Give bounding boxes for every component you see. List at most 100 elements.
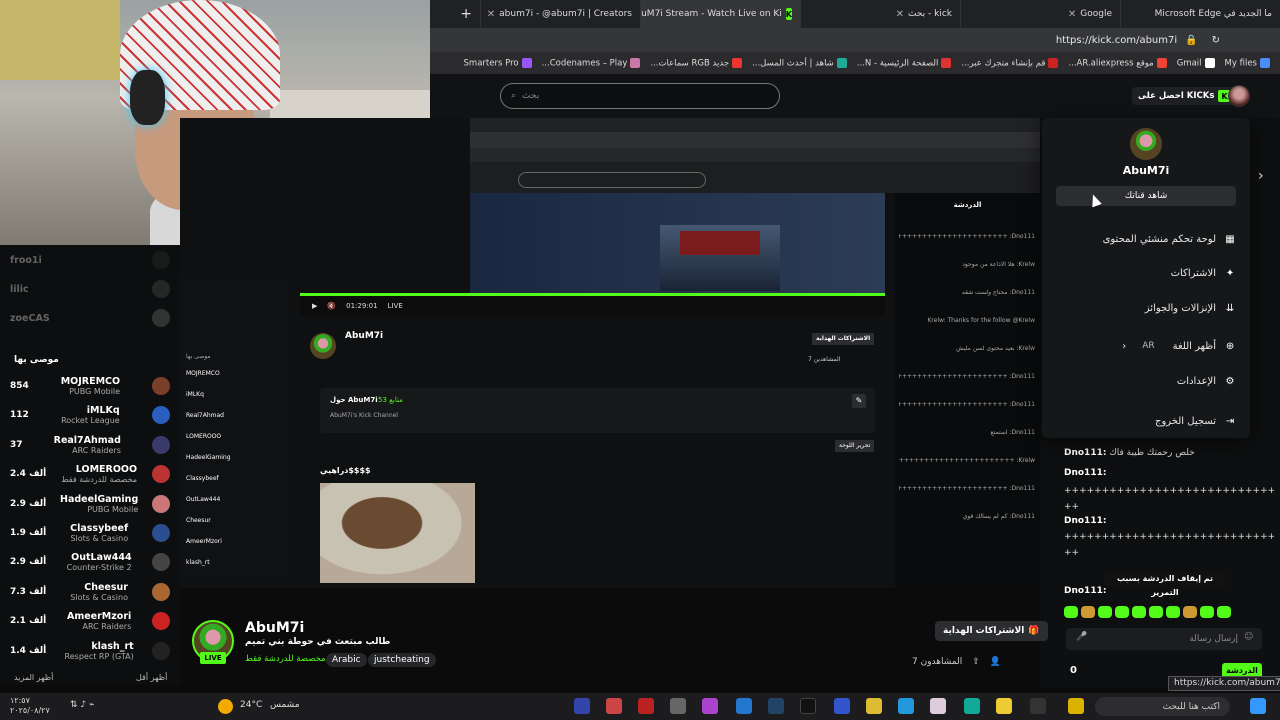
- folder-icon[interactable]: [996, 698, 1012, 714]
- stream-category[interactable]: مخصصة للدردشة فقط: [245, 654, 326, 664]
- bookmark[interactable]: Gmail: [1177, 57, 1215, 68]
- streamer-name[interactable]: AbuM7i: [245, 620, 304, 636]
- menu-item-drops[interactable]: ⇊ الإنزالات والجوائز: [1056, 297, 1236, 319]
- copilot-icon[interactable]: [1068, 698, 1084, 714]
- address-bar[interactable]: https://kick.com/abum7i 🔒 ↻: [430, 28, 1280, 52]
- windows-start-icon[interactable]: [1250, 698, 1266, 714]
- emote-icon[interactable]: [1132, 606, 1146, 618]
- bookmark[interactable]: موقع AR.aliexpress...: [1068, 57, 1167, 68]
- network-icon[interactable]: ⇅ ♪ ⌁: [70, 700, 94, 710]
- chat-username[interactable]: Dno111:: [1064, 516, 1106, 526]
- emote-icon[interactable]: [1098, 606, 1112, 618]
- menu-item-settings[interactable]: ⚙ الإعدادات: [1056, 370, 1236, 392]
- nested-search: [518, 172, 706, 188]
- emote-icon[interactable]: [1217, 606, 1231, 618]
- menu-item-dashboard[interactable]: ▦ لوحة تحكم منشئي المحتوى: [1056, 228, 1236, 250]
- sidebar-item-recommended[interactable]: iMLKq Rocket League 112: [10, 402, 170, 428]
- menu-item-subscriptions[interactable]: ✦ الاشتراكات: [1056, 262, 1236, 284]
- mail-icon[interactable]: [898, 698, 914, 714]
- reload-icon[interactable]: ↻: [1212, 35, 1220, 46]
- taskbar-search[interactable]: اكتب هنا للبحث: [1095, 697, 1230, 716]
- close-icon[interactable]: ✕: [896, 9, 904, 20]
- nested-meme-caption: دراهيي$$$$: [320, 466, 371, 475]
- app-icon[interactable]: [768, 698, 784, 714]
- app-icon[interactable]: [574, 698, 590, 714]
- chat-text: ++: [1064, 502, 1080, 512]
- share-icon[interactable]: ⇪: [972, 657, 980, 667]
- bookmark[interactable]: My files: [1225, 57, 1270, 68]
- avatar: [151, 524, 170, 542]
- sidebar-item-followed[interactable]: froo1i: [10, 247, 170, 273]
- bookmark[interactable]: Codenames – Play...: [542, 57, 641, 68]
- chat-username[interactable]: Dno111:: [1064, 468, 1106, 478]
- emote-icon[interactable]: [1166, 606, 1180, 618]
- bookmark[interactable]: قم بإنشاء متجرك عبر...: [961, 57, 1059, 68]
- app-icon[interactable]: [670, 698, 686, 714]
- search-input[interactable]: ⌕ بحث: [500, 83, 780, 109]
- chat-username[interactable]: Dno111:: [1064, 448, 1106, 458]
- app-icon[interactable]: [606, 698, 622, 714]
- sidebar-item-recommended[interactable]: Classybeef Slots & Casino 1.9 ألف: [10, 520, 170, 546]
- emote-icon[interactable]: [1064, 606, 1078, 618]
- microphone-icon[interactable]: 🎤: [1076, 632, 1087, 642]
- sidebar-item-recommended[interactable]: MOJREMCO PUBG Mobile 854: [10, 373, 170, 399]
- sidebar-item-recommended[interactable]: HadeelGaming PUBG Mobile 2.9 ألف: [10, 491, 170, 517]
- browser-tab[interactable]: kick - بحث ✕: [800, 0, 960, 28]
- edge-icon[interactable]: [964, 698, 980, 714]
- bookmark[interactable]: جديد RGB سماعات...: [650, 57, 743, 68]
- get-kicks-button[interactable]: احصل على KICKs K: [1132, 87, 1237, 105]
- tag-pill[interactable]: justcheating: [368, 653, 436, 667]
- avatar[interactable]: [1228, 85, 1250, 107]
- chat-username[interactable]: Dno111:: [1064, 586, 1106, 596]
- chat-paused-notice[interactable]: تم إيقاف الدردشة بسبب التمرير: [1105, 572, 1225, 597]
- sidebar-item-recommended[interactable]: OutLaw444 Counter-Strike 2 2.9 ألف: [10, 549, 170, 575]
- bookmark[interactable]: الصفحة الرئيسية - N...: [857, 57, 952, 68]
- sidebar-item-followed[interactable]: zoeCAS: [10, 305, 170, 331]
- sidebar-item-recommended[interactable]: Cheesur Slots & Casino 7.3 ألف: [10, 579, 170, 605]
- app-icon[interactable]: [702, 698, 718, 714]
- tag-pill[interactable]: Arabic: [326, 653, 367, 667]
- emote-icon[interactable]: [1183, 606, 1197, 618]
- menu-item-logout[interactable]: ⇥ تسجيل الخروج: [1056, 410, 1236, 432]
- sparkle-icon: ✦: [1225, 267, 1235, 279]
- clock[interactable]: ١٢:٥٧ ٢٠٢٥/٠٨/٢٧: [10, 696, 50, 716]
- emoji-icon[interactable]: ☺: [1244, 632, 1253, 642]
- app-icon[interactable]: [736, 698, 752, 714]
- url-text[interactable]: https://kick.com/abum7i: [1056, 35, 1177, 46]
- app-icon[interactable]: [638, 698, 654, 714]
- menu-item-language[interactable]: ⊕ أظهر اللغة AR ‹: [1056, 335, 1236, 357]
- close-icon[interactable]: ✕: [1068, 9, 1076, 20]
- browser-tab[interactable]: ما الجديد في Microsoft Edge: [1120, 0, 1280, 28]
- sidebar-item-recommended[interactable]: LOMEROOO مخصصة للدردشة فقط 2.4 ألف: [10, 461, 170, 487]
- browser-tab[interactable]: abum7i - @abum7i | Creators ✕: [480, 0, 640, 28]
- browser-tab-bar: ما الجديد في Microsoft Edge Google ✕ kick…: [430, 0, 1280, 28]
- show-less-link[interactable]: أظهر أقل: [136, 673, 167, 682]
- store-icon[interactable]: [930, 698, 946, 714]
- close-icon[interactable]: ✕: [487, 9, 495, 20]
- gift-subscriptions-button[interactable]: الاشتراكات الهداية 🎁: [935, 621, 1048, 641]
- view-channel-button[interactable]: شاهد قناتك: [1056, 186, 1236, 206]
- show-more-link[interactable]: أظهر المزيد: [14, 673, 53, 682]
- browser-tab-active[interactable]: KAbuM7i Stream - Watch Live on Ki✕: [640, 0, 800, 28]
- browser-tab[interactable]: Google ✕: [960, 0, 1120, 28]
- task-view-icon[interactable]: [1030, 698, 1046, 714]
- emote-icon[interactable]: [1200, 606, 1214, 618]
- user-icon[interactable]: 👤: [990, 657, 1001, 667]
- gear-icon: ⚙: [1225, 375, 1235, 387]
- chat-input[interactable]: إرسال رسالة 🎤 ☺: [1066, 628, 1262, 650]
- new-tab-button[interactable]: +: [452, 0, 480, 28]
- sidebar-item-recommended[interactable]: klash_rt Respect RP (GTA) 1.4 ألف: [10, 638, 170, 664]
- sidebar-item-recommended[interactable]: AmeerMzori ARC Raiders 2.1 ألف: [10, 608, 170, 634]
- chevron-right-icon[interactable]: ›: [1258, 168, 1264, 184]
- sidebar-item-followed[interactable]: lilic: [10, 276, 170, 302]
- emote-icon[interactable]: [1115, 606, 1129, 618]
- sidebar-item-recommended[interactable]: Real7Ahmad ARC Raiders 37: [10, 432, 170, 458]
- bookmark[interactable]: شاهد | أحدث المسل...: [752, 57, 847, 68]
- chrome-icon[interactable]: [866, 698, 882, 714]
- bookmark[interactable]: Smarters Pro: [464, 57, 532, 68]
- taskbar-search-placeholder: اكتب هنا للبحث: [1162, 701, 1220, 712]
- emote-icon[interactable]: [1081, 606, 1095, 618]
- tiktok-icon[interactable]: [800, 698, 816, 714]
- emote-icon[interactable]: [1149, 606, 1163, 618]
- app-icon[interactable]: [834, 698, 850, 714]
